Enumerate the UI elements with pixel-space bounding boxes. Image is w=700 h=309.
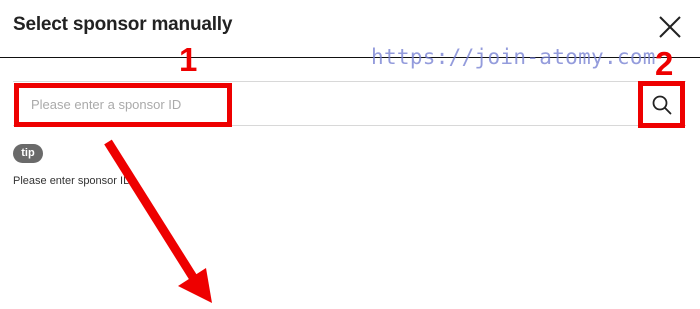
close-button[interactable]: [657, 14, 683, 40]
sponsor-id-input[interactable]: [16, 84, 228, 124]
tip-text: Please enter sponsor ID: [13, 175, 132, 187]
tip-badge: tip: [13, 144, 43, 163]
close-icon: [659, 16, 681, 38]
search-icon: [652, 95, 672, 115]
search-button[interactable]: [643, 86, 681, 124]
annotation-step-1: 1: [179, 41, 198, 78]
watermark-text: https://join-atomy.com: [371, 45, 656, 69]
dialog-title: Select sponsor manually: [13, 14, 233, 35]
annotation-step-2: 2: [655, 45, 674, 82]
